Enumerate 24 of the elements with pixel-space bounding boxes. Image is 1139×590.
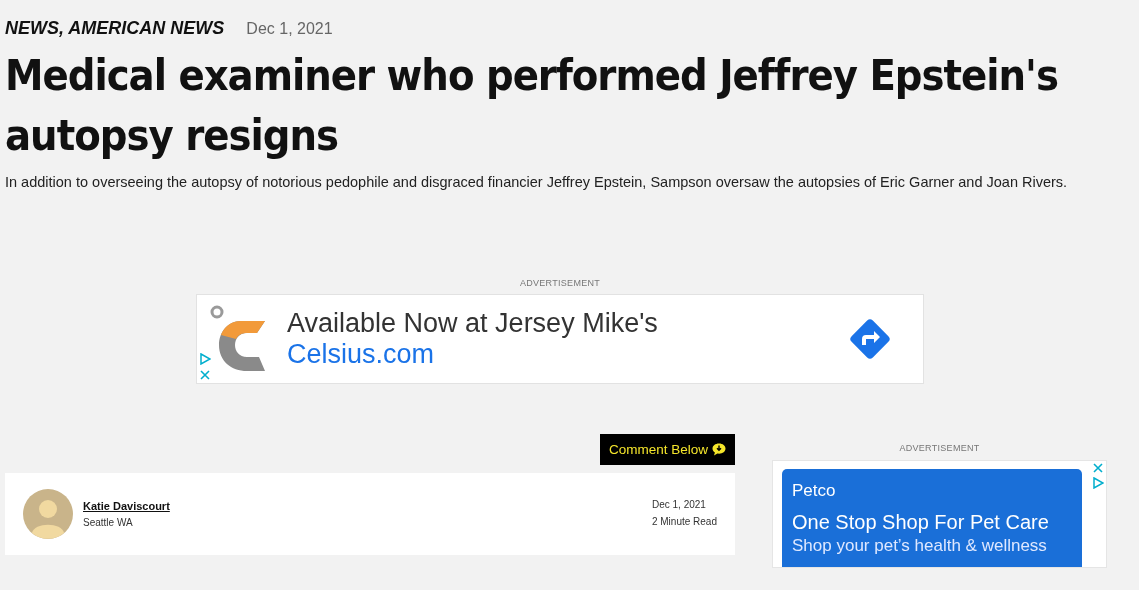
banner-ad[interactable]: Available Now at Jersey Mike's Celsius.com xyxy=(196,294,924,384)
ad-label: ADVERTISEMENT xyxy=(899,443,980,453)
ad-label: ADVERTISEMENT xyxy=(519,278,601,288)
read-time: 2 Minute Read xyxy=(651,516,717,527)
close-icon xyxy=(1092,462,1104,474)
ad-headline: Available Now at Jersey Mike's xyxy=(287,308,659,339)
comment-button[interactable]: Comment Below xyxy=(599,434,735,465)
article-headline: Medical examiner who performed Jeffrey Epstein's autopsy resigns xyxy=(5,49,1059,162)
adchoices-icon xyxy=(199,353,211,365)
comment-icon xyxy=(712,443,726,456)
ad-link[interactable]: Celsius.com xyxy=(287,339,435,370)
article-summary: In addition to overseeing the autopsy of notorious pedophile and disgraced financier Jeffrey Epstein, Sampson oversaw the autopsies of Eric Garner and Joan Rivers. xyxy=(5,173,1069,192)
avatar xyxy=(23,489,73,539)
ad-advertiser: Petco xyxy=(792,481,837,501)
ad-text: Shop your pet’s health & wellness xyxy=(792,536,1048,556)
ad-headline: One Stop Shop For Pet Care xyxy=(792,511,1050,534)
post-date: Dec 1, 2021 xyxy=(246,20,333,38)
byline-date: Dec 1, 2021 xyxy=(651,499,707,510)
side-ad[interactable]: Petco One Stop Shop For Pet Care Shop your pet’s health & wellness xyxy=(772,460,1107,568)
author-link[interactable]: Katie Daviscourt xyxy=(83,500,170,512)
adchoices-icon xyxy=(1092,477,1104,489)
category-link[interactable]: NEWS, AMERICAN NEWS xyxy=(5,18,225,39)
author-location: Seattle WA xyxy=(83,517,134,528)
close-icon xyxy=(199,369,211,381)
